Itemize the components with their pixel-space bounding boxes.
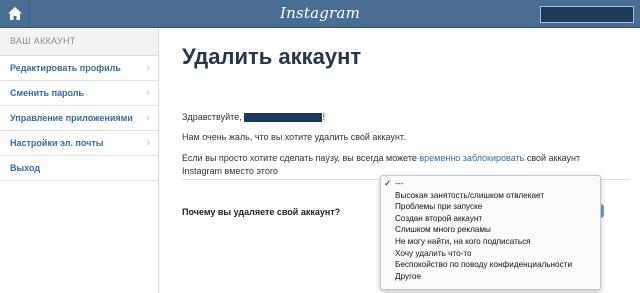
- temporarily-disable-link[interactable]: временно заблокировать: [419, 153, 524, 163]
- dropdown-option[interactable]: Хочу удалить что-то: [381, 248, 600, 260]
- pause-text-before: Если вы просто хотите сделать паузу, вы …: [182, 153, 420, 163]
- sidebar: ВАШ АККАУНТ Редактировать профиль › Смен…: [0, 28, 159, 293]
- sidebar-item-label: Настройки эл. почты: [10, 138, 104, 148]
- dropdown-option[interactable]: Создан второй аккаунт: [381, 213, 600, 225]
- user-menu-redacted[interactable]: [540, 6, 634, 23]
- dropdown-option[interactable]: Другое: [381, 271, 600, 283]
- sidebar-item-email-settings[interactable]: Настройки эл. почты ›: [0, 131, 158, 156]
- dropdown-option[interactable]: Беспокойство по поводу конфиденциальност…: [381, 259, 600, 271]
- chevron-right-icon: ›: [146, 62, 150, 74]
- dropdown-option[interactable]: ✓ ---: [381, 178, 600, 190]
- sidebar-item-label: Выход: [10, 163, 41, 173]
- top-bar: Instagram: [0, 0, 640, 28]
- sidebar-heading: ВАШ АККАУНТ: [0, 28, 158, 56]
- greeting-suffix: !: [322, 112, 326, 122]
- dropdown-option[interactable]: Проблемы при запуске: [381, 201, 600, 213]
- sidebar-item-change-password[interactable]: Сменить пароль ›: [0, 81, 158, 106]
- greeting: Здравствуйте,!: [182, 112, 326, 123]
- sidebar-item-manage-apps[interactable]: Управление приложениями ›: [0, 106, 158, 131]
- sidebar-item-label: Редактировать профиль: [10, 63, 121, 73]
- reason-question-label: Почему вы удаляете свой аккаунт?: [182, 207, 341, 217]
- sidebar-item-label: Сменить пароль: [10, 88, 85, 98]
- chevron-right-icon: ›: [146, 87, 150, 99]
- dropdown-option[interactable]: Не могу найти, на кого подписаться: [381, 236, 600, 248]
- username-redacted: [243, 113, 322, 123]
- greeting-prefix: Здравствуйте,: [182, 112, 242, 122]
- sidebar-item-logout[interactable]: Выход: [0, 156, 158, 181]
- sidebar-item-edit-profile[interactable]: Редактировать профиль ›: [0, 56, 158, 81]
- dropdown-option[interactable]: Слишком много рекламы: [381, 224, 600, 236]
- page-title: Удалить аккаунт: [182, 44, 362, 69]
- dropdown-option[interactable]: Высокая занятость/слишком отвлекает: [381, 190, 600, 202]
- chevron-right-icon: ›: [146, 112, 150, 124]
- sidebar-item-label: Управление приложениями: [10, 113, 133, 123]
- chevron-right-icon: ›: [146, 137, 150, 149]
- reason-dropdown[interactable]: ✓ --- Высокая занятость/слишком отвлекае…: [380, 175, 601, 290]
- sorry-text: Нам очень жаль, что вы хотите удалить св…: [182, 132, 406, 142]
- checkmark-icon: ✓: [384, 178, 392, 188]
